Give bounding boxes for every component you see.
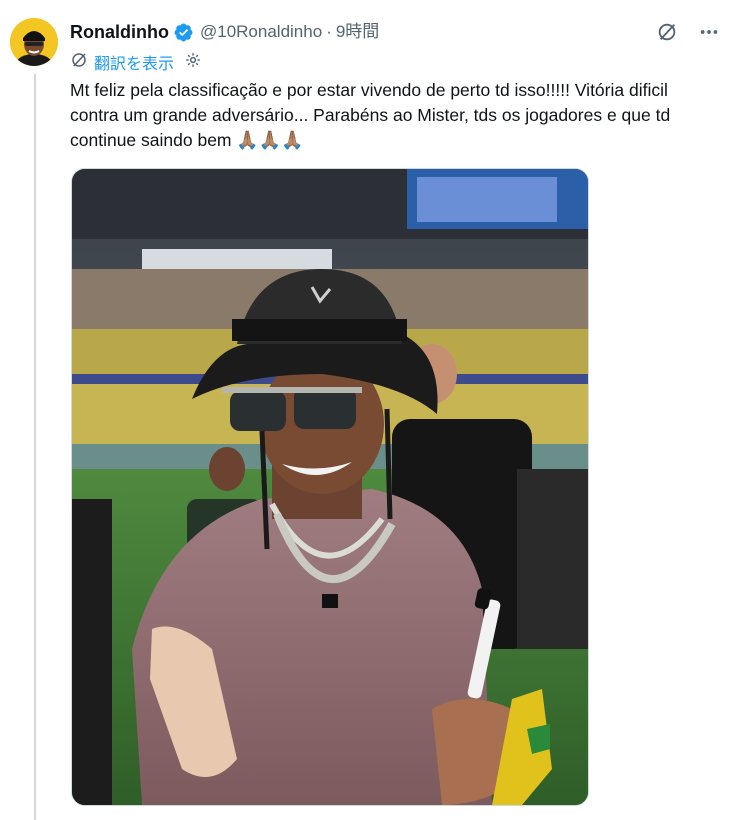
author-name[interactable]: Ronaldinho [70,20,169,44]
pray-emojis: 🙏🏽🙏🏽🙏🏽 [236,130,304,150]
translate-row: 翻訳を表示 [70,50,202,74]
translate-link[interactable]: 翻訳を表示 [94,50,174,74]
author-handle[interactable]: @10Ronaldinho [200,20,322,44]
translate-icon[interactable] [70,51,88,74]
timestamp[interactable]: 9時間 [336,20,379,44]
tweet-header: Ronaldinho @10Ronaldinho · 9時間 [70,20,379,44]
tweet-text: Mt feliz pela classificação e por estar … [70,78,718,153]
tweet-actions-top [655,20,721,44]
avatar[interactable] [10,18,58,66]
grok-icon[interactable] [655,20,679,44]
gear-icon[interactable] [184,51,202,74]
more-icon[interactable] [697,20,721,44]
verified-badge-icon [173,22,194,43]
separator-dot: · [326,22,332,41]
tweet-body: Mt feliz pela classificação e por estar … [70,80,671,150]
tweet-photo[interactable] [71,168,589,806]
thread-line [34,74,36,820]
